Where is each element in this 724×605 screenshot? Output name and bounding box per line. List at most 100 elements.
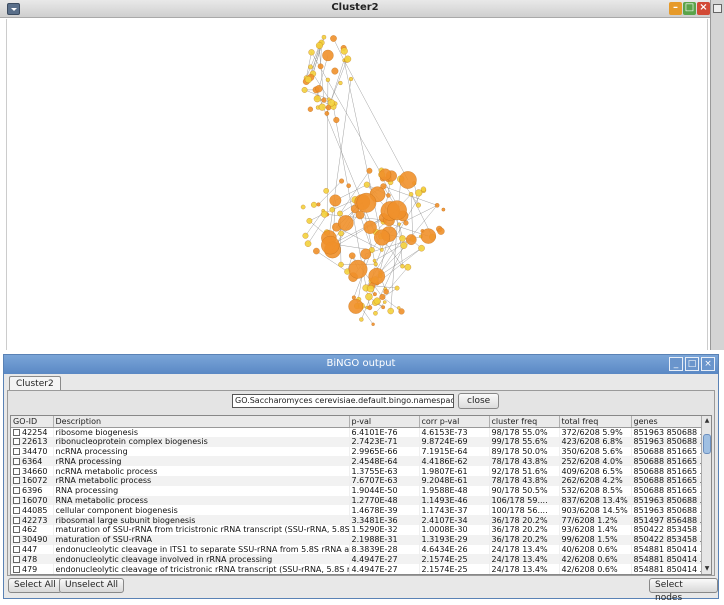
network-node[interactable] <box>435 203 439 207</box>
network-node[interactable] <box>388 308 394 314</box>
select-all-button[interactable]: Select All <box>8 578 62 593</box>
network-node[interactable] <box>325 111 329 115</box>
network-node[interactable] <box>365 293 372 300</box>
network-node[interactable] <box>383 300 386 303</box>
row-checkbox[interactable] <box>13 526 20 533</box>
network-node[interactable] <box>316 42 323 49</box>
network-node[interactable] <box>349 77 353 81</box>
close-icon[interactable]: × <box>697 2 710 15</box>
row-checkbox[interactable] <box>13 536 20 543</box>
column-header[interactable]: corr p-val <box>419 416 489 427</box>
network-node[interactable] <box>308 107 313 112</box>
network-node[interactable] <box>373 292 377 296</box>
network-node[interactable] <box>373 311 377 315</box>
network-node[interactable] <box>305 76 312 83</box>
network-node[interactable] <box>381 305 384 308</box>
maximize-icon[interactable]: □ <box>685 357 699 371</box>
network-node[interactable] <box>368 305 372 309</box>
tab-cluster2[interactable]: Cluster2 <box>9 376 61 391</box>
network-node[interactable] <box>367 285 374 292</box>
network-node[interactable] <box>409 192 413 196</box>
table-row[interactable]: 479endonucleolytic cleavage of tricistro… <box>11 564 701 574</box>
close-icon[interactable]: × <box>701 357 715 371</box>
network-node[interactable] <box>349 253 355 259</box>
row-checkbox[interactable] <box>13 448 20 455</box>
row-checkbox[interactable] <box>13 507 20 514</box>
network-node[interactable] <box>395 286 399 290</box>
network-node[interactable] <box>438 228 445 235</box>
network-node[interactable] <box>357 193 376 212</box>
network-node[interactable] <box>313 248 319 254</box>
network-node[interactable] <box>379 169 391 181</box>
column-header[interactable]: genes <box>631 416 701 427</box>
network-node[interactable] <box>374 230 390 246</box>
network-node[interactable] <box>369 268 385 284</box>
table-row[interactable]: 6396RNA processing1.9044E-501.9588E-4890… <box>11 486 701 496</box>
column-header[interactable]: Description <box>53 416 349 427</box>
table-row[interactable]: 42273ribosomal large subunit biogenesis3… <box>11 515 701 525</box>
row-checkbox[interactable] <box>13 517 20 524</box>
table-row[interactable]: 22613ribonucleoprotein complex biogenesi… <box>11 437 701 447</box>
table-row[interactable]: 30490maturation of SSU-rRNA2.1988E-311.3… <box>11 535 701 545</box>
table-row[interactable]: 34470ncRNA processing2.9965E-667.1915E-6… <box>11 447 701 457</box>
table-row[interactable]: 34660ncRNA metabolic process1.3755E-631.… <box>11 466 701 476</box>
network-node[interactable] <box>387 201 406 220</box>
network-node[interactable] <box>404 221 409 226</box>
network-node[interactable] <box>349 299 364 314</box>
network-node[interactable] <box>341 48 348 55</box>
namespace-field[interactable]: GO.Saccharomyces cerevisiae.default.bing… <box>232 394 454 408</box>
network-node[interactable] <box>319 104 326 111</box>
network-node[interactable] <box>367 168 372 173</box>
network-node[interactable] <box>330 195 341 206</box>
network-node[interactable] <box>317 203 321 207</box>
network-node[interactable] <box>405 264 411 270</box>
network-node[interactable] <box>374 262 378 266</box>
row-checkbox[interactable] <box>13 429 20 436</box>
network-node[interactable] <box>333 117 339 123</box>
network-node[interactable] <box>322 35 326 39</box>
network-node[interactable] <box>305 241 311 247</box>
row-checkbox[interactable] <box>13 468 20 475</box>
row-checkbox[interactable] <box>13 458 20 465</box>
row-checkbox[interactable] <box>13 477 20 484</box>
network-node[interactable] <box>338 262 343 267</box>
scroll-up-icon[interactable]: ▲ <box>703 417 711 425</box>
network-node[interactable] <box>314 95 321 102</box>
network-node[interactable] <box>328 99 335 106</box>
network-node[interactable] <box>338 215 353 230</box>
unselect-all-button[interactable]: Unselect All <box>59 578 124 593</box>
row-checkbox[interactable] <box>13 497 20 504</box>
network-node[interactable] <box>303 233 309 239</box>
network-node[interactable] <box>415 189 422 196</box>
network-node[interactable] <box>352 296 356 300</box>
maximize-icon[interactable]: □ <box>683 2 696 15</box>
cluster-titlebar[interactable]: Cluster2 – □ × <box>0 0 710 18</box>
network-node[interactable] <box>321 211 328 218</box>
column-header[interactable]: GO-ID <box>11 416 53 427</box>
network-node[interactable] <box>318 64 323 69</box>
table-row[interactable]: 44085cellular component biogenesis1.4678… <box>11 505 701 515</box>
minimize-icon[interactable]: _ <box>669 357 683 371</box>
minimize-icon[interactable]: – <box>669 2 682 15</box>
vertical-scrollbar[interactable]: ▲ ▼ <box>701 416 711 574</box>
column-header[interactable]: cluster freq <box>489 416 559 427</box>
network-node[interactable] <box>311 202 317 208</box>
bingo-titlebar[interactable]: BiNGO output _ □ × <box>4 355 718 374</box>
table-row[interactable]: 16072rRNA metabolic process7.6707E-639.2… <box>11 476 701 486</box>
network-node[interactable] <box>324 188 329 193</box>
network-node[interactable] <box>416 203 421 208</box>
close-button[interactable]: close <box>458 393 499 409</box>
network-node[interactable] <box>401 242 407 248</box>
network-node[interactable] <box>373 259 376 262</box>
network-node[interactable] <box>308 65 312 69</box>
column-header[interactable]: total freq <box>559 416 631 427</box>
network-node[interactable] <box>399 235 405 241</box>
network-node[interactable] <box>344 56 351 63</box>
network-node[interactable] <box>339 179 344 184</box>
network-node[interactable] <box>384 289 389 294</box>
network-node[interactable] <box>406 234 416 244</box>
network-node[interactable] <box>400 264 404 268</box>
row-checkbox[interactable] <box>13 556 20 563</box>
network-graph[interactable] <box>7 19 709 350</box>
network-node[interactable] <box>307 218 312 223</box>
